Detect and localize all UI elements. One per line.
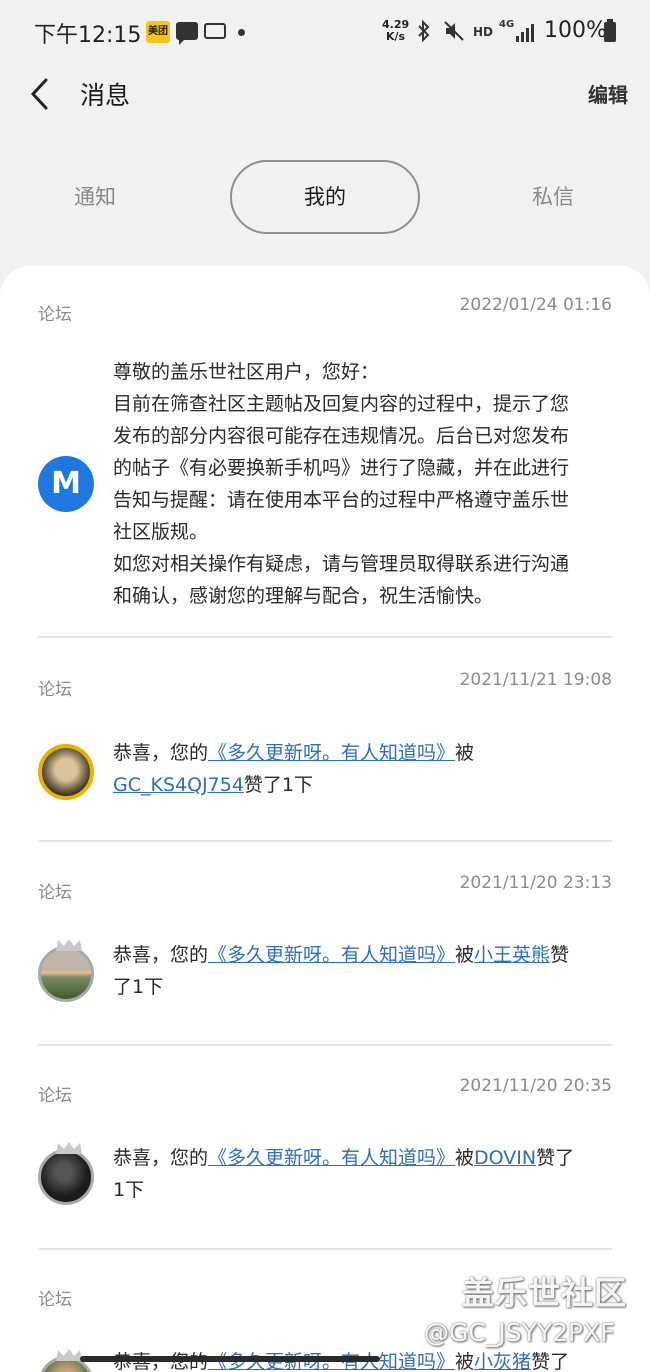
message-suffix-line2: 1下 [113,1179,145,1201]
mute-icon [443,20,465,47]
message-body: 恭喜，您的《多久更新呀。有人知道吗》被 GC_KS4QJ754赞了1下 [113,737,613,801]
page-title: 消息 [80,81,131,110]
user-avatar[interactable] [38,1142,94,1205]
network-type: 4G [499,19,515,30]
message-category: 论坛 [38,305,72,325]
back-arrow-icon [26,74,60,114]
user-link[interactable]: GC_KS4QJ754 [113,774,244,796]
hd-voice-indicator: HD [473,25,494,39]
message-body: 尊敬的盖乐世社区用户，您好： 目前在筛查社区主题帖及回复内容的过程中，提示了您 … [113,356,613,612]
message-mid: 被 [455,944,475,966]
crown-icon [55,937,83,951]
message-mid: 被 [455,742,475,764]
tab-notifications[interactable]: 通知 [40,160,150,234]
message-category: 论坛 [38,883,72,903]
message-body: 恭喜，您的《多久更新呀。有人知道吗》被小王英熊赞 了1下 [113,939,613,1003]
message-suffix: 赞了 [536,1147,575,1169]
message-suffix: 赞了1下 [243,774,314,796]
battery-percent: 100% [544,18,607,43]
message-suffix: 赞了 [531,1351,570,1372]
edit-button[interactable]: 编辑 [588,79,628,108]
status-time: 下午12:15 [34,23,142,48]
message-body: 恭喜，您的《多久更新呀。有人知道吗》被DOVIN赞了 1下 [113,1142,613,1206]
message-prefix: 恭喜，您的 [113,1147,209,1169]
message-line: 如您对相关操作有疑虑，请与管理员取得联系进行沟通 [113,553,570,575]
user-avatar[interactable] [38,939,94,1002]
message-mid: 被 [455,1351,475,1372]
battery-icon [604,19,616,42]
tab-mine[interactable]: 我的 [230,160,420,234]
meituan-icon: 美团 [146,21,170,43]
message-item[interactable]: 论坛 2022/01/24 01:16 M 尊敬的盖乐世社区用户，您好： 目前在… [0,266,650,638]
message-time: 2021/11/21 19:08 [459,670,612,690]
message-tabs: 通知 我的 私信 [0,160,650,234]
chat-notification-icon [176,22,198,45]
post-link[interactable]: 《多久更新呀。有人知道吗》 [208,1147,455,1169]
bluetooth-icon [417,19,431,47]
user-link[interactable]: 小王英熊 [474,944,550,966]
more-notifications-dot-icon [238,29,245,36]
crown-icon [55,1140,83,1154]
network-speed: 4.29 K/s [382,19,409,43]
status-bar: 下午12:15 美团 4.29 K/s HD 4G 100% [0,0,650,64]
message-item[interactable]: 论坛 2021/11/21 19:08 恭喜，您的《多久更新呀。有人知道吗》被 … [0,638,650,840]
message-time: 2022/01/24 01:16 [459,295,612,315]
message-mid: 被 [455,1147,475,1169]
home-indicator[interactable] [80,1356,380,1362]
tab-private-messages[interactable]: 私信 [498,160,608,234]
message-line: 尊敬的盖乐世社区用户，您好： [113,361,380,383]
message-line: 社区版规。 [113,521,209,543]
message-suffix: 赞 [550,944,570,966]
app-header: 消息 编辑 [0,64,650,120]
watermark-handle: @GC_JSYY2PXF [424,1318,615,1347]
message-time: 2021/11/20 20:35 [459,1076,612,1096]
message-line: 发布的部分内容很可能存在违规情况。后台已对您发布 [113,425,570,447]
message-list: 论坛 2022/01/24 01:16 M 尊敬的盖乐世社区用户，您好： 目前在… [0,266,650,1372]
message-item[interactable]: 论坛 2021/11/20 20:35 恭喜，您的《多久更新呀。有人知道吗》被D… [0,1046,650,1248]
crown-icon [55,1347,83,1361]
user-avatar[interactable] [38,744,94,800]
message-prefix: 恭喜，您的 [113,742,209,764]
voicemail-icon [204,23,226,39]
network-speed-unit: K/s [386,30,406,43]
m-logo-icon: M [51,466,81,501]
signal-icon [516,22,538,42]
back-button[interactable] [26,74,60,114]
message-category: 论坛 [38,1086,72,1106]
user-link[interactable]: DOVIN [474,1147,536,1169]
user-link[interactable]: 小灰猪 [474,1351,531,1372]
message-prefix: 恭喜，您的 [113,944,209,966]
post-link[interactable]: 《多久更新呀。有人知道吗》 [208,944,455,966]
message-line: 告知与提醒：请在使用本平台的过程中严格遵守盖乐世 [113,489,570,511]
message-line: 目前在筛查社区主题帖及回复内容的过程中，提示了您 [113,393,570,415]
watermark-title: 盖乐世社区 [462,1274,628,1312]
message-item[interactable]: 论坛 2021/11/20 23:13 恭喜，您的《多久更新呀。有人知道吗》被小… [0,842,650,1044]
message-line: 和确认，感谢您的理解与配合，祝生活愉快。 [113,585,494,607]
post-link[interactable]: 《多久更新呀。有人知道吗》 [208,742,455,764]
message-category: 论坛 [38,680,72,700]
message-category: 论坛 [38,1290,72,1310]
message-line: 的帖子《有必要换新手机吗》进行了隐藏，并在此进行 [113,457,570,479]
message-time: 2021/11/20 23:13 [459,873,612,893]
message-suffix-line2: 了1下 [113,976,164,998]
system-avatar[interactable]: M [38,456,94,512]
